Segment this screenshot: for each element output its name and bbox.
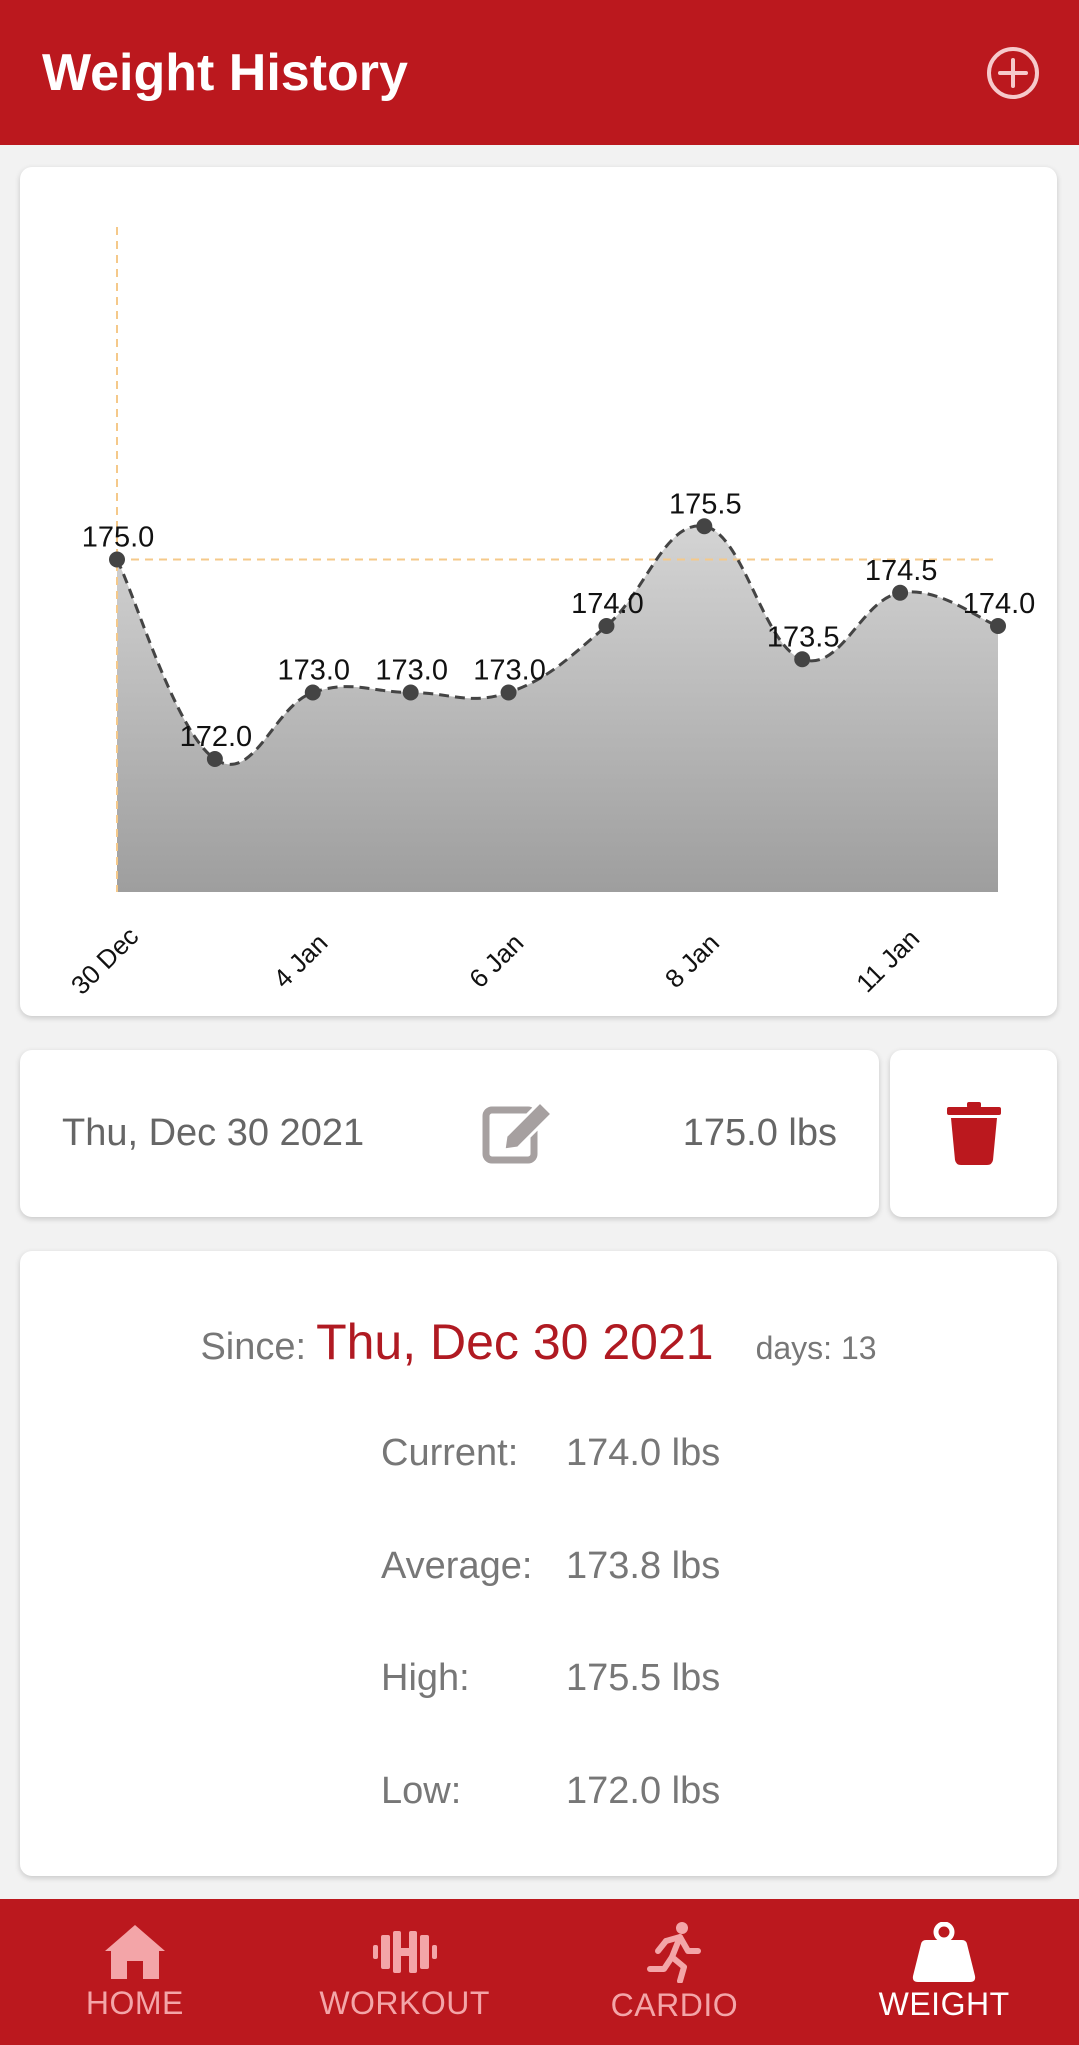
stat-label: Average:: [381, 1545, 533, 1587]
data-point: [206, 751, 223, 767]
delete-entry-button[interactable]: [890, 1050, 1057, 1217]
data-label: 173.0: [375, 655, 448, 687]
entry-weight: 175.0 lbs: [682, 1112, 837, 1154]
data-label: 174.5: [865, 555, 938, 587]
home-icon: [104, 1924, 165, 1979]
data-point: [500, 684, 517, 701]
trash-icon: [946, 1101, 1001, 1165]
stat-label: High:: [381, 1657, 470, 1699]
stat-value: 174.0 lbs: [566, 1432, 721, 1474]
edit-icon[interactable]: [482, 1098, 558, 1169]
data-label: 174.0: [963, 588, 1036, 620]
stat-row-low: Low: 172.0 lbs: [20, 1770, 1057, 1830]
x-tick-label: 30 Dec: [65, 921, 144, 1000]
data-label: 173.5: [767, 621, 840, 653]
stat-row-high: High: 175.5 lbs: [20, 1657, 1057, 1717]
data-point: [598, 618, 615, 634]
selected-entry-card: Thu, Dec 30 2021 175.0 lbs: [20, 1050, 879, 1217]
data-label: 175.5: [669, 488, 742, 520]
data-point: [794, 651, 811, 668]
nav-label: CARDIO: [610, 1986, 739, 2023]
page-title: Weight History: [42, 43, 408, 102]
data-label: 173.0: [277, 655, 350, 687]
weight-icon: [912, 1921, 976, 1982]
data-point: [892, 584, 909, 601]
data-label: 172.0: [180, 721, 253, 753]
x-tick-label: 11 Jan: [850, 923, 925, 998]
bottom-navigation: HOME WORKOUT CARDIO WEIGHT: [0, 1899, 1079, 2045]
stat-value: 172.0 lbs: [566, 1770, 721, 1812]
x-tick-label: 6 Jan: [463, 928, 529, 994]
stat-row-average: Average: 173.8 lbs: [20, 1545, 1057, 1605]
x-tick-label: 8 Jan: [659, 928, 725, 994]
dumbbell-icon: [372, 1930, 437, 1973]
x-tick-label: 4 Jan: [267, 928, 333, 994]
app-bar: Weight History: [0, 0, 1079, 145]
weight-stats-card: Since: Thu, Dec 30 2021 days: 13 Current…: [20, 1251, 1057, 1876]
data-point: [696, 518, 713, 535]
since-row: Since: Thu, Dec 30 2021 days: 13: [20, 1313, 1057, 1371]
nav-cardio[interactable]: CARDIO: [540, 1899, 810, 2045]
data-point: [304, 684, 321, 701]
running-icon: [647, 1921, 702, 1983]
data-label: 175.0: [82, 522, 155, 554]
weight-chart[interactable]: 175.0 172.0 173.0 173.0 173.0 174.0 175.5 173.5…: [20, 167, 1057, 1016]
nav-workout[interactable]: WORKOUT: [270, 1899, 540, 2045]
stat-row-current: Current: 174.0 lbs: [20, 1432, 1057, 1492]
stat-label: Current:: [381, 1432, 519, 1474]
days-count: days: 13: [755, 1330, 877, 1366]
entry-date: Thu, Dec 30 2021: [62, 1112, 365, 1154]
weight-chart-card: 175.0 172.0 173.0 173.0 173.0 174.0 175.5 173.5…: [20, 167, 1057, 1016]
nav-label: HOME: [85, 1984, 184, 2021]
data-label: 173.0: [473, 655, 546, 687]
data-point: [109, 551, 125, 568]
data-point: [990, 618, 1006, 634]
nav-home[interactable]: HOME: [0, 1899, 270, 2045]
nav-label: WORKOUT: [319, 1984, 490, 2021]
add-weight-button[interactable]: [983, 43, 1043, 103]
stat-value: 173.8 lbs: [566, 1545, 721, 1587]
nav-weight[interactable]: WEIGHT: [809, 1899, 1079, 2045]
stat-label: Low:: [381, 1770, 462, 1812]
since-date[interactable]: Thu, Dec 30 2021: [316, 1313, 714, 1371]
nav-label: WEIGHT: [878, 1985, 1010, 2022]
data-point: [402, 684, 419, 701]
since-label: Since:: [200, 1326, 307, 1368]
data-label: 174.0: [571, 588, 644, 620]
stat-value: 175.5 lbs: [566, 1657, 721, 1699]
plus-circle-icon: [987, 46, 1039, 99]
